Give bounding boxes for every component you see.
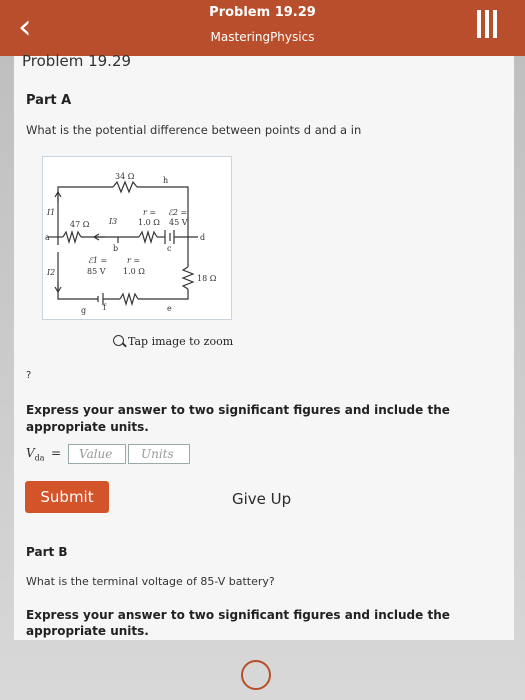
label-i3: I3 [108, 217, 117, 226]
header-subtitle: MasteringPhysics [210, 30, 315, 44]
label-emf2: ℰ2 = [168, 208, 187, 217]
label-node-a: a [45, 233, 50, 242]
label-node-c: c [167, 244, 172, 253]
tap-to-zoom[interactable]: Tap image to zoom [113, 335, 233, 348]
give-up-button[interactable]: Give Up [232, 490, 291, 508]
units-input[interactable]: Units [128, 444, 190, 464]
part-b-instructions: Express your answer to two significant f… [26, 608, 450, 638]
equals-sign: = [51, 446, 62, 460]
part-a-label: Part A [26, 93, 72, 108]
device-frame: ‹ Problem 19.29 MasteringPhysics Problem… [0, 0, 525, 700]
label-r-int-top: r = [143, 208, 156, 217]
home-button[interactable] [241, 660, 271, 690]
help-icon[interactable]: ? [26, 370, 31, 381]
header-bar: ‹ Problem 19.29 MasteringPhysics [0, 0, 525, 56]
part-b-question: What is the terminal voltage of 85-V bat… [26, 575, 275, 588]
value-input[interactable]: Value [68, 444, 126, 464]
submit-button[interactable]: Submit [25, 481, 109, 513]
label-node-b: b [113, 244, 118, 253]
label-node-e: e [167, 304, 172, 313]
label-emf2-value: 45 V [169, 218, 188, 227]
label-r-47: 47 Ω [70, 220, 90, 229]
label-emf1-value: 85 V [87, 267, 106, 276]
label-node-h: h [163, 176, 168, 185]
part-a-question: What is the potential difference between… [26, 123, 362, 137]
part-a-instructions: Express your answer to two significant f… [26, 403, 450, 434]
label-node-g: g [81, 306, 86, 315]
zoom-text: Tap image to zoom [128, 335, 234, 348]
header-title: Problem 19.29 [209, 5, 316, 20]
circuit-figure[interactable]: 34 Ω h I1 47 Ω I3 r = 1.0 Ω ℰ2 = 45 V a … [42, 156, 232, 320]
label-i2: I2 [46, 268, 55, 277]
label-r-int-bot: r = [127, 256, 140, 265]
part-b-label: Part B [26, 545, 68, 559]
bars-icon[interactable] [477, 10, 505, 40]
label-r-int-bot-value: 1.0 Ω [123, 267, 145, 276]
label-emf1: ℰ1 = [88, 256, 107, 265]
circuit-diagram: 34 Ω h I1 47 Ω I3 r = 1.0 Ω ℰ2 = 45 V a … [45, 172, 217, 315]
label-r-int-top-value: 1.0 Ω [138, 218, 160, 227]
label-node-d: d [200, 233, 205, 242]
label-r-18: 18 Ω [197, 274, 217, 283]
problem-title: Problem 19.29 [22, 52, 132, 70]
zoom-icon [113, 335, 124, 346]
label-r-top: 34 Ω [115, 172, 135, 181]
answer-label: Vda [26, 446, 45, 463]
label-i1: I1 [46, 208, 55, 217]
label-node-f: f [103, 303, 107, 312]
